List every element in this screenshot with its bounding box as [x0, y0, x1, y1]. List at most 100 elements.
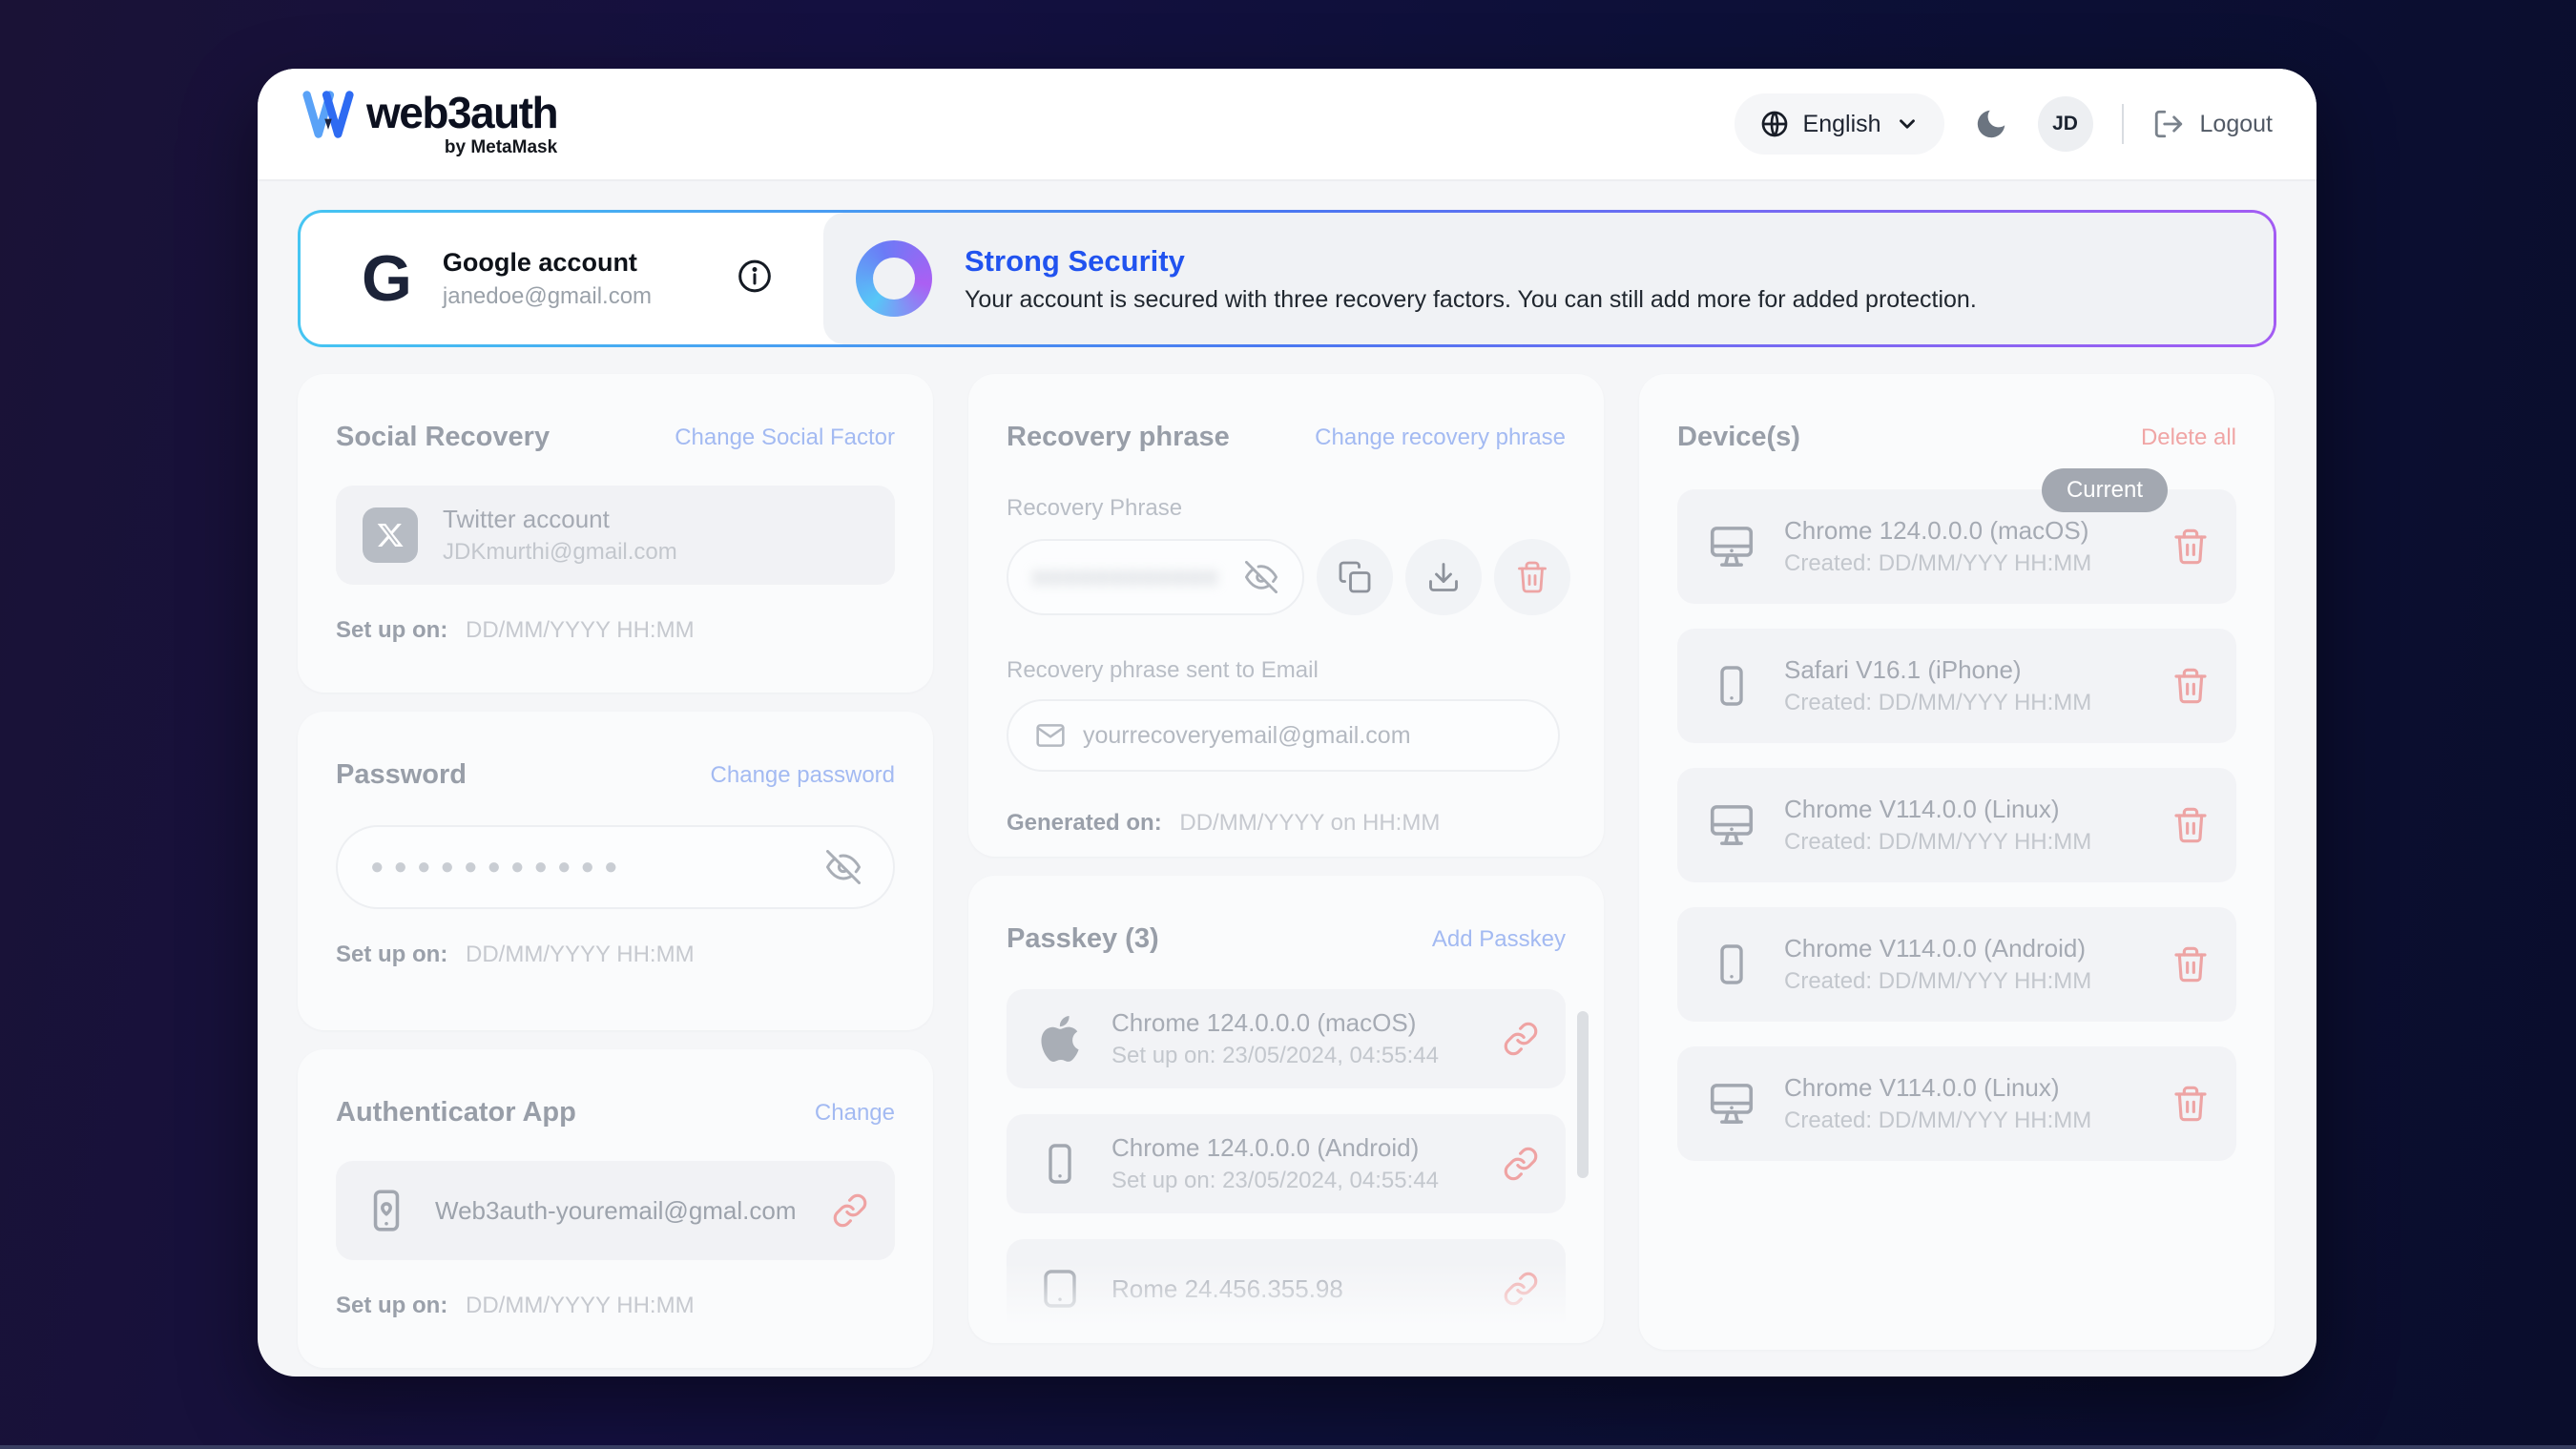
device-name: Safari V16.1 (iPhone): [1784, 655, 2091, 685]
delete-all-link[interactable]: Delete all: [2141, 424, 2236, 451]
language-selector[interactable]: English: [1735, 93, 1944, 155]
device-detail: Created: DD/MM/YYY HH:MM: [1784, 550, 2091, 577]
passkey-list: Chrome 124.0.0.0 (macOS)Set up on: 23/05…: [1007, 989, 1566, 1338]
device-row: Chrome V114.0.0 (Linux)Created: DD/MM/YY…: [1677, 1046, 2236, 1161]
device-name: Chrome 124.0.0.0 (macOS): [1784, 516, 2091, 546]
authenticator-account-row: Web3auth-youremail@gmal.com: [336, 1161, 895, 1260]
recovery-phrase-hidden-value: ●●●●●●●●●●●●: [1033, 565, 1215, 590]
passkey-row: Rome 24.456.355.98: [1007, 1239, 1566, 1338]
page-bottom-edge: [0, 1445, 2576, 1449]
language-label: English: [1803, 111, 1881, 138]
recovery-phrase-row: ●●●●●●●●●●●●: [1007, 539, 1566, 615]
devices-card: Device(s) Delete all CurrentChrome 124.0…: [1639, 374, 2275, 1350]
device-detail: Created: DD/MM/YYY HH:MM: [1784, 829, 2091, 856]
generated-label: Generated on:: [1007, 810, 1162, 836]
passkey-texts: Chrome 124.0.0.0 (macOS)Set up on: 23/05…: [1111, 1008, 1439, 1069]
device-name: Chrome V114.0.0 (Linux): [1784, 1073, 2091, 1103]
recovery-email-input[interactable]: yourrecoveryemail@gmail.com: [1007, 699, 1560, 772]
twitter-account-title: Twitter account: [443, 505, 677, 534]
trash-icon[interactable]: [2171, 945, 2210, 983]
current-badge: Current: [2042, 468, 2168, 512]
change-authenticator-link[interactable]: Change: [815, 1100, 895, 1127]
passkey-texts: Chrome 124.0.0.0 (Android)Set up on: 23/…: [1111, 1133, 1439, 1194]
link-icon[interactable]: [1503, 1146, 1539, 1182]
twitter-account-texts: Twitter account JDKmurthi@gmail.com: [443, 505, 677, 566]
security-status-description: Your account is secured with three recov…: [965, 286, 1977, 314]
web3auth-logo-icon: [301, 90, 355, 139]
authenticator-account: Web3auth-youremail@gmal.com: [435, 1196, 797, 1226]
device-row: CurrentChrome 124.0.0.0 (macOS)Created: …: [1677, 489, 2236, 604]
device-texts: Chrome 124.0.0.0 (macOS) Created: DD/MM/Y…: [1784, 516, 2091, 577]
recovery-email-value: yourrecoveryemail@gmail.com: [1083, 722, 1411, 750]
trash-icon[interactable]: [2171, 1085, 2210, 1123]
info-icon[interactable]: [736, 258, 774, 300]
eye-off-icon[interactable]: [1245, 561, 1278, 593]
trash-icon[interactable]: [2171, 667, 2210, 705]
column-middle: Recovery phrase Change recovery phrase R…: [968, 374, 1604, 1368]
security-banner-inner: G Google account janedoe@gmail.com Stron…: [301, 213, 2274, 344]
device-texts: Chrome V114.0.0 (Linux)Created: DD/MM/YY…: [1784, 1073, 2091, 1134]
dark-mode-toggle[interactable]: [1973, 106, 2009, 142]
passkey-row: Chrome 124.0.0.0 (Android)Set up on: 23/…: [1007, 1114, 1566, 1213]
device-texts: Chrome V114.0.0 (Android)Created: DD/MM/…: [1784, 934, 2091, 995]
copy-button[interactable]: [1317, 539, 1393, 615]
phone-lock-icon: [363, 1187, 410, 1234]
add-passkey-link[interactable]: Add Passkey: [1432, 926, 1566, 953]
brand-name: web3auth: [366, 90, 557, 135]
security-status-title: Strong Security: [965, 244, 1977, 279]
provider-title: Google account: [443, 248, 652, 278]
generated-row: Generated on: DD/MM/YYYY on HH:MM: [1007, 810, 1566, 837]
recovery-phrase-input[interactable]: ●●●●●●●●●●●●: [1007, 539, 1304, 615]
delete-phrase-button[interactable]: [1494, 539, 1570, 615]
security-banner: G Google account janedoe@gmail.com Stron…: [298, 210, 2276, 347]
device-row: Chrome V114.0.0 (Android)Created: DD/MM/…: [1677, 907, 2236, 1022]
change-recovery-phrase-link[interactable]: Change recovery phrase: [1315, 424, 1566, 451]
password-card: Password Change password ●●●●●●●●●●● Set: [298, 712, 933, 1030]
unlink-icon[interactable]: [832, 1192, 868, 1229]
recovery-phrase-title: Recovery phrase: [1007, 422, 1230, 453]
authenticator-title: Authenticator App: [336, 1097, 576, 1128]
passkey-name: Chrome 124.0.0.0 (Android): [1111, 1133, 1439, 1163]
chevron-down-icon: [1895, 112, 1920, 136]
authenticator-card: Authenticator App Change Web3auth-yourem…: [298, 1049, 933, 1368]
passkey-scrollbar[interactable]: [1577, 1011, 1589, 1178]
password-setup-row: Set up on: DD/MM/YYYY HH:MM: [336, 942, 895, 968]
password-field[interactable]: ●●●●●●●●●●●: [336, 825, 895, 909]
desktop-icon: [1704, 521, 1759, 572]
link-icon[interactable]: [1503, 1021, 1539, 1057]
apple-icon: [1033, 1016, 1087, 1062]
passkey-name: Chrome 124.0.0.0 (macOS): [1111, 1008, 1439, 1038]
content-columns: Social Recovery Change Social Factor Twi…: [258, 347, 2316, 1368]
device-texts: Chrome V114.0.0 (Linux)Created: DD/MM/YY…: [1784, 795, 2091, 856]
social-recovery-title: Social Recovery: [336, 422, 550, 453]
login-provider: G Google account janedoe@gmail.com: [301, 213, 823, 344]
trash-icon[interactable]: [2171, 528, 2210, 566]
column-left: Social Recovery Change Social Factor Twi…: [298, 374, 933, 1368]
change-social-factor-link[interactable]: Change Social Factor: [675, 424, 895, 451]
twitter-account-row: Twitter account JDKmurthi@gmail.com: [336, 486, 895, 585]
download-button[interactable]: [1405, 539, 1482, 615]
avatar[interactable]: JD: [2038, 96, 2093, 152]
setup-value: DD/MM/YYYY HH:MM: [466, 617, 695, 643]
device-detail: Created: DD/MM/YYY HH:MM: [1784, 968, 2091, 995]
change-password-link[interactable]: Change password: [711, 762, 895, 789]
password-title: Password: [336, 759, 467, 791]
device-row: Chrome V114.0.0 (Linux)Created: DD/MM/YY…: [1677, 768, 2236, 882]
setup-label: Set up on:: [336, 617, 447, 643]
logout-icon: [2152, 108, 2185, 140]
social-recovery-card: Social Recovery Change Social Factor Twi…: [298, 374, 933, 693]
security-ring-icon: [856, 240, 932, 317]
logout-button[interactable]: Logout: [2152, 108, 2273, 140]
recovery-phrase-label: Recovery Phrase: [1007, 495, 1566, 522]
eye-off-icon[interactable]: [826, 850, 861, 884]
password-masked-value: ●●●●●●●●●●●: [370, 854, 627, 880]
setup-label: Set up on:: [336, 942, 447, 967]
top-navbar: web3auth by MetaMask English: [258, 69, 2316, 181]
trash-icon[interactable]: [2171, 806, 2210, 844]
authenticator-setup-row: Set up on: DD/MM/YYYY HH:MM: [336, 1293, 895, 1319]
navbar-divider: [2122, 104, 2124, 144]
navbar-actions: English JD: [1735, 93, 2273, 155]
link-icon[interactable]: [1503, 1271, 1539, 1307]
device-texts: Safari V16.1 (iPhone)Created: DD/MM/YYY …: [1784, 655, 2091, 716]
setup-value: DD/MM/YYYY HH:MM: [466, 942, 695, 967]
